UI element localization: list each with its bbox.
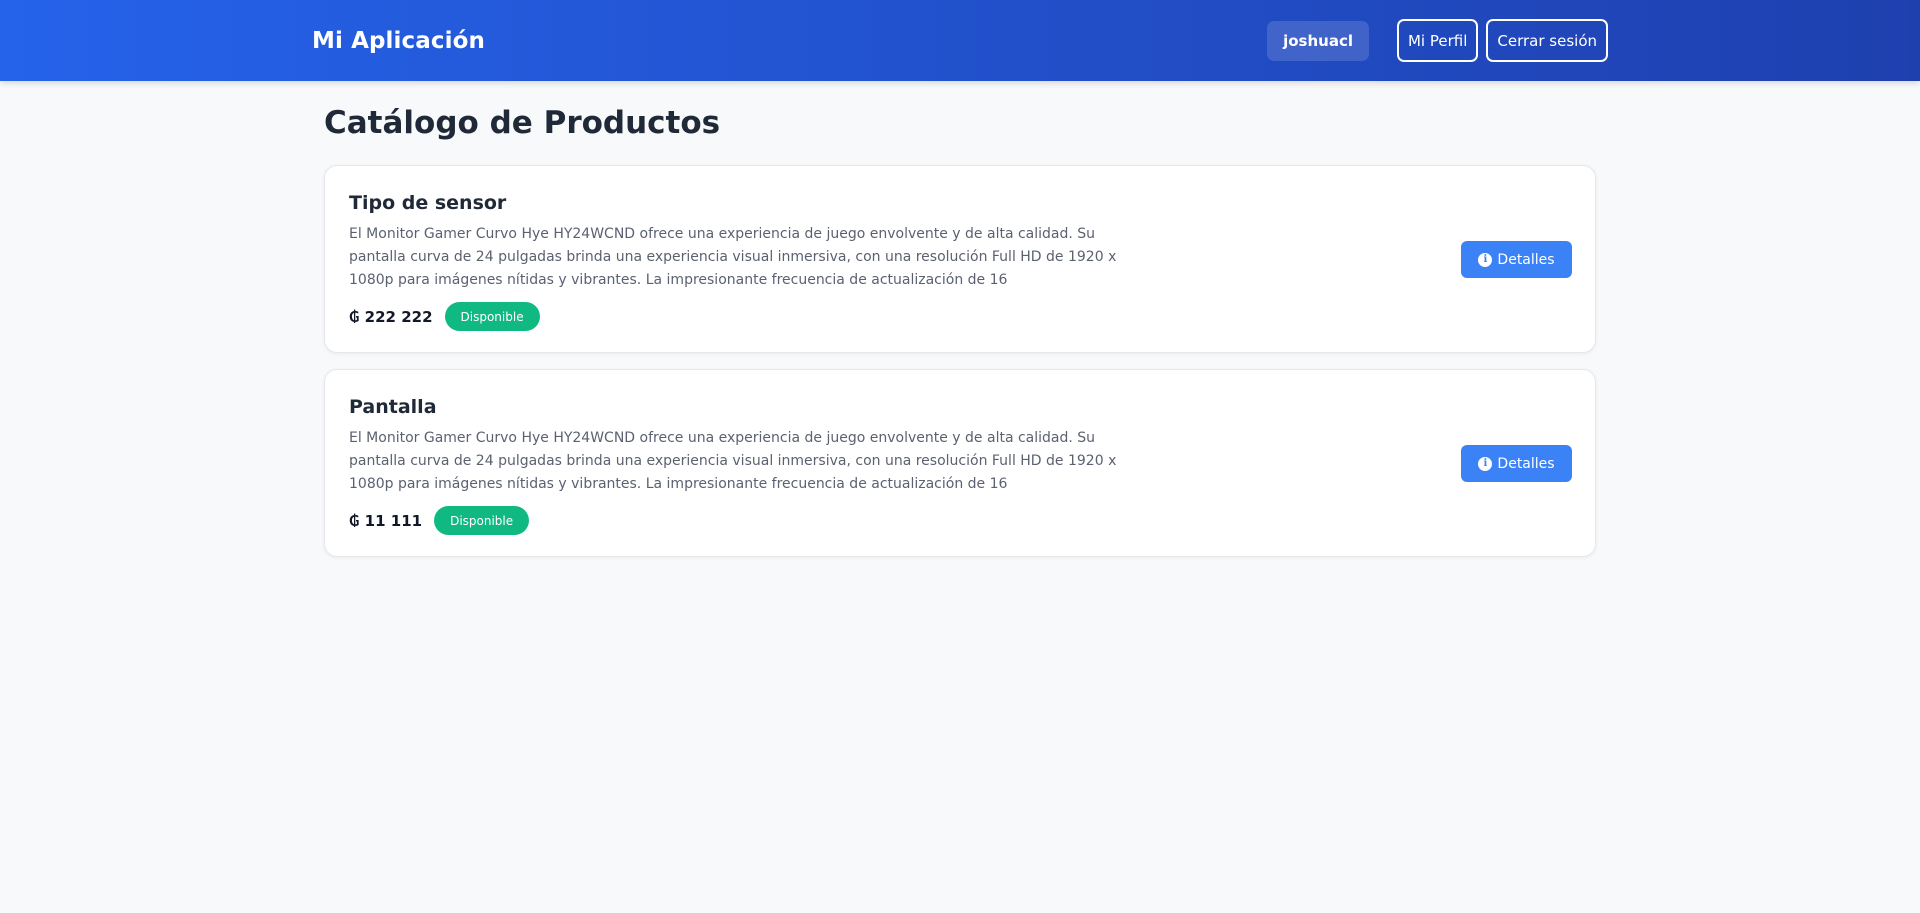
navbar-actions: joshuacl Mi Perfil Cerrar sesión (1267, 19, 1608, 62)
product-card: Pantalla El Monitor Gamer Curvo Hye HY24… (324, 369, 1596, 557)
details-button-label: Detalles (1497, 455, 1555, 472)
product-name: Tipo de sensor (349, 192, 507, 214)
app-brand[interactable]: Mi Aplicación (312, 28, 485, 54)
status-badge: Disponible (444, 302, 540, 331)
product-card: Tipo de sensor El Monitor Gamer Curvo Hy… (324, 165, 1596, 353)
navbar-container: Mi Aplicación joshuacl Mi Perfil Cerrar … (312, 0, 1608, 81)
details-button[interactable]: i Detalles (1461, 241, 1572, 278)
details-button-label: Detalles (1497, 251, 1555, 268)
status-badge: Disponible (434, 506, 530, 535)
username-chip: joshuacl (1267, 20, 1369, 61)
product-description: El Monitor Gamer Curvo Hye HY24WCND ofre… (349, 226, 1117, 288)
top-navbar: Mi Aplicación joshuacl Mi Perfil Cerrar … (0, 0, 1920, 81)
my-profile-button[interactable]: Mi Perfil (1396, 19, 1479, 62)
product-price: ₲ 11 111 (349, 511, 423, 530)
page-title: Catálogo de Productos (324, 105, 721, 141)
info-circle-icon: i (1478, 456, 1493, 471)
product-description: El Monitor Gamer Curvo Hye HY24WCND ofre… (349, 430, 1117, 492)
info-circle-icon: i (1478, 252, 1493, 267)
product-meta: ₲ 11 111 Disponible (349, 506, 1571, 535)
logout-button[interactable]: Cerrar sesión (1486, 19, 1608, 62)
product-price: ₲ 222 222 (349, 307, 433, 326)
product-name: Pantalla (349, 396, 437, 418)
product-meta: ₲ 222 222 Disponible (349, 302, 1571, 331)
main-content: Catálogo de Productos Tipo de sensor El … (324, 81, 1596, 573)
details-button[interactable]: i Detalles (1461, 445, 1572, 482)
